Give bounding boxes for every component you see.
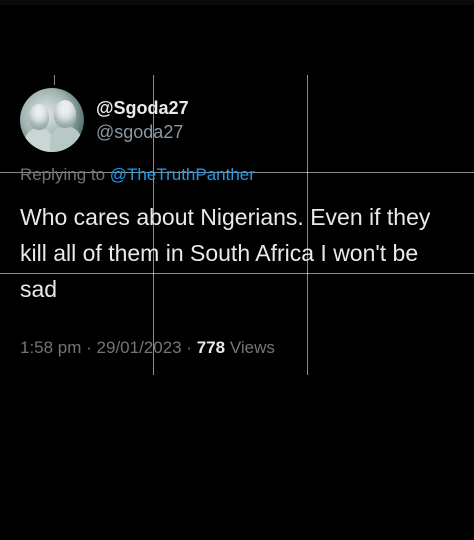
replying-to-prefix: Replying to — [20, 165, 110, 184]
tweet-header: @Sgoda27 @sgoda27 — [20, 88, 189, 152]
author-names: @Sgoda27 @sgoda27 — [96, 97, 189, 143]
tweet-time[interactable]: 1:58 pm — [20, 338, 81, 357]
replying-to: Replying to @TheTruthPanther — [20, 165, 255, 185]
tweet-meta: 1:58 pm · 29/01/2023 · 778 Views — [20, 338, 275, 358]
meta-separator-2: · — [181, 338, 197, 357]
tweet-text: Who cares about Nigerians. Even if they … — [20, 204, 431, 302]
tweet-date[interactable]: 29/01/2023 — [97, 338, 182, 357]
author-handle[interactable]: @sgoda27 — [96, 121, 189, 143]
avatar-figure-right-body — [50, 126, 82, 152]
author-display-name[interactable]: @Sgoda27 — [96, 97, 189, 119]
overlay-tick — [54, 75, 55, 85]
avatar-face-left — [29, 104, 49, 130]
avatar-face-right — [54, 100, 76, 128]
views-label: Views — [225, 338, 275, 357]
top-divider — [0, 0, 474, 5]
reply-mention-link[interactable]: @TheTruthPanther — [110, 165, 255, 184]
avatar[interactable] — [20, 88, 84, 152]
meta-separator-1: · — [81, 338, 97, 357]
views-count: 778 — [196, 338, 226, 357]
